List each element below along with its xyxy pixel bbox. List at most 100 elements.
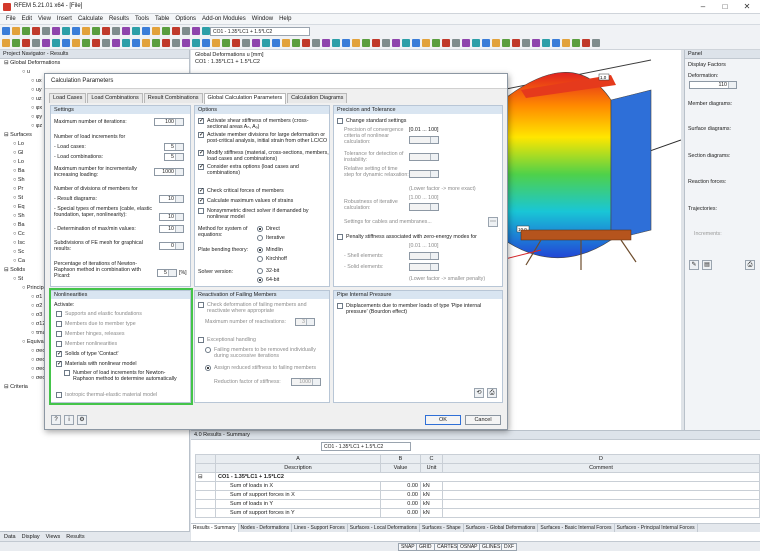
extra-options-checkbox[interactable] [198, 164, 204, 170]
shear-stiffness-checkbox[interactable] [198, 118, 204, 124]
max-reactivations-input[interactable]: 3 [295, 318, 315, 326]
toolbar-tool-icon[interactable] [412, 39, 420, 47]
toolbar-tool-icon[interactable] [272, 39, 280, 47]
toolbar-tool-icon[interactable] [242, 39, 250, 47]
toolbar-tool-icon[interactable] [522, 39, 530, 47]
info-icon[interactable]: i [64, 415, 74, 425]
toolbar-tool-icon[interactable] [72, 27, 80, 35]
toolbar-tool-icon[interactable] [362, 39, 370, 47]
table-row[interactable]: Sum of support forces in Y 0.00 kN [195, 508, 760, 518]
settings-icon[interactable]: ⚙ [77, 415, 87, 425]
exceptional-handling-checkbox[interactable] [198, 337, 204, 343]
toolbar-tool-icon[interactable] [162, 27, 170, 35]
toolbar-tool-icon[interactable] [112, 27, 120, 35]
tab-lines-support-forces[interactable]: Lines - Support Forces [292, 524, 348, 532]
panel-tool-icon-1[interactable]: ✎ [689, 260, 699, 270]
load-combinations-input[interactable]: 5 [164, 153, 184, 161]
max-iterations-input[interactable]: 100 [154, 118, 184, 126]
save-defaults-icon[interactable]: ⎙ [487, 388, 497, 398]
table-row[interactable]: Sum of loads in Y 0.00 kN [195, 499, 760, 509]
toolbar-tool-icon[interactable] [462, 39, 470, 47]
toolbar-tool-icon[interactable] [322, 39, 330, 47]
method-direct-radio[interactable] [257, 226, 263, 232]
status-glines[interactable]: GLINES [479, 543, 504, 551]
menu-tools[interactable]: Tools [135, 14, 149, 24]
result-diagrams-input[interactable]: 10 [159, 195, 184, 203]
tab-surfaces-principal-internal-forces[interactable]: Surfaces - Principal Internal Forces [615, 524, 698, 532]
toolbar-tool-icon[interactable] [132, 39, 140, 47]
toolbar-tool-icon[interactable] [12, 39, 20, 47]
max-strains-checkbox[interactable] [198, 198, 204, 204]
load-combo-select[interactable]: CO1 - 1.35*LC1 + 1.5*LC2 [210, 27, 310, 36]
toolbar-tool-icon[interactable] [452, 39, 460, 47]
solver-32-radio[interactable] [257, 268, 263, 274]
toolbar-tool-icon[interactable] [132, 27, 140, 35]
toolbar-tool-icon[interactable] [312, 39, 320, 47]
bourdon-effect-checkbox[interactable] [337, 303, 343, 309]
toolbar-tool-icon[interactable] [572, 39, 580, 47]
menu-help[interactable]: Help [279, 14, 291, 24]
penalty-checkbox[interactable] [337, 234, 343, 240]
menu-window[interactable]: Window [252, 14, 273, 24]
tab-display[interactable]: Display [22, 532, 40, 541]
tab-surfaces-local-deformations[interactable]: Surfaces - Local Deformations [348, 524, 421, 532]
toolbar-tool-icon[interactable] [222, 39, 230, 47]
table-row[interactable]: Sum of support forces in X 0.00 kN [195, 490, 760, 500]
toolbar-tool-icon[interactable] [62, 39, 70, 47]
toolbar-tool-icon[interactable] [342, 39, 350, 47]
change-standard-checkbox[interactable] [337, 118, 343, 124]
tab-results-summary[interactable]: Results - Summary [191, 524, 239, 532]
method-iterative-radio[interactable] [257, 235, 263, 241]
special-members-input[interactable]: 10 [159, 213, 184, 221]
toolbar-tool-icon[interactable] [152, 39, 160, 47]
toolbar-tool-icon[interactable] [382, 39, 390, 47]
toolbar-tool-icon[interactable] [252, 39, 260, 47]
load-cases-input[interactable]: 5 [164, 143, 184, 151]
toolbar-tool-icon[interactable] [82, 39, 90, 47]
fe-mesh-input[interactable]: 0 [159, 242, 184, 250]
menu-addon[interactable]: Add-on Modules [202, 14, 246, 24]
tab-global-calculation-parameters[interactable]: Global Calculation Parameters [203, 93, 287, 104]
toolbar-tool-icon[interactable] [62, 27, 70, 35]
solid-elements-input[interactable] [409, 263, 439, 271]
tab-views[interactable]: Views [46, 532, 61, 541]
cables-settings-button[interactable]: ⋯ [488, 217, 498, 227]
toolbar-tool-icon[interactable] [182, 27, 190, 35]
toolbar-tool-icon[interactable] [122, 39, 130, 47]
toolbar-tool-icon[interactable] [142, 39, 150, 47]
toolbar-tool-icon[interactable] [92, 39, 100, 47]
tab-load-combinations[interactable]: Load Combinations [87, 93, 143, 103]
panel-tool-icon-2[interactable]: ▤ [702, 260, 712, 270]
defaults-icon[interactable]: ⟲ [474, 388, 484, 398]
menu-calculate[interactable]: Calculate [78, 14, 103, 24]
toolbar-tool-icon[interactable] [292, 39, 300, 47]
toolbar-tool-icon[interactable] [262, 39, 270, 47]
help-icon[interactable]: ? [51, 415, 61, 425]
toolbar-tool-icon[interactable] [172, 39, 180, 47]
close-icon[interactable]: ✕ [736, 0, 758, 14]
tab-load-cases[interactable]: Load Cases [49, 93, 87, 103]
tab-surfaces-shape[interactable]: Surfaces - Shape [420, 524, 464, 532]
toolbar-tool-icon[interactable] [42, 27, 50, 35]
tab-nodes-deformations[interactable]: Nodes - Deformations [239, 524, 293, 532]
menu-view[interactable]: View [38, 14, 51, 24]
toolbar-tool-icon[interactable] [162, 39, 170, 47]
tab-data[interactable]: Data [4, 532, 16, 541]
toolbar-tool-icon[interactable] [492, 39, 500, 47]
plate-mindlin-radio[interactable] [257, 247, 263, 253]
maximize-icon[interactable]: □ [714, 0, 736, 14]
results-combo-select[interactable]: CO1 - 1.35*LC1 + 1.5*LC2 [321, 442, 411, 451]
status-osnap[interactable]: OSNAP [457, 543, 481, 551]
ok-button[interactable]: OK [425, 415, 461, 425]
convergence-input[interactable] [409, 136, 439, 144]
nonsymmetric-solver-checkbox[interactable] [198, 208, 204, 214]
panel-tool-icon-3[interactable]: ⎙ [745, 260, 755, 270]
toolbar-tool-icon[interactable] [32, 39, 40, 47]
toolbar-tool-icon[interactable] [172, 27, 180, 35]
toolbar-tool-icon[interactable] [202, 27, 210, 35]
toolbar-tool-icon[interactable] [582, 39, 590, 47]
toolbar-tool-icon[interactable] [332, 39, 340, 47]
toolbar-tool-icon[interactable] [542, 39, 550, 47]
toolbar-tool-icon[interactable] [22, 27, 30, 35]
max-increment-input[interactable]: 1000 [154, 168, 184, 176]
